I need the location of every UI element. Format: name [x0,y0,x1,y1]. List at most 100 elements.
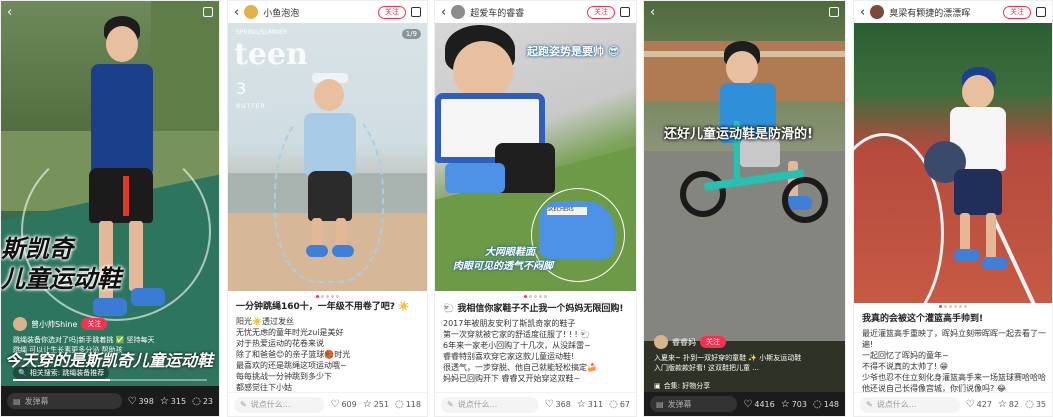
post-body: 🐑 我相信你家鞋子不止我一个妈妈无限回购! 2017年被朋友安利了斯凯奇家的鞋子… [443,303,630,384]
pencil-icon: ✎ [240,400,247,409]
post-title: 🐑 我相信你家鞋子不止我一个妈妈无限回购! [443,304,624,314]
comment-button[interactable]: ◌ 148 [813,399,839,410]
danmaku-input[interactable]: ▤ 发弹幕 [650,396,738,412]
danmaku-icon: ▤ [656,399,664,409]
author-row: 曾小帅Shine 关注 [13,317,108,331]
share-icon[interactable] [1036,7,1046,17]
overlay-top-text: 起跑姿势是要帅 😎 [527,45,620,58]
share-icon[interactable] [829,7,839,17]
avatar[interactable] [870,5,885,19]
author-name[interactable]: 超爱车的睿睿 [470,6,582,19]
share-icon[interactable] [203,7,213,17]
avatar[interactable] [451,5,466,19]
like-button[interactable]: ♡ 4416 [743,399,774,410]
danmaku-input[interactable]: ▤ 发弹幕 [7,393,122,409]
author-row: 睿睿妈 关注 [654,335,726,349]
follow-button[interactable]: 关注 [1003,5,1031,19]
post-body: 我真的会被这个灌篮高手帅到! 最近灌篮高手重映了，晖妈立刻带晖晖一起去看了一遍!… [862,314,1046,393]
back-icon[interactable]: ‹ [441,5,446,20]
follow-button[interactable]: 关注 [587,5,615,19]
overlay-mid-text-2: 肉眼可见的透气不闷脚 [453,261,553,272]
share-icon[interactable] [411,7,421,17]
post-header: ‹ 超爱车的睿睿 关注 [435,1,636,23]
share-icon[interactable] [620,7,630,17]
page-indicator: 1/9 [401,29,421,39]
post-card-2[interactable]: ‹ 小鱼泡泡 关注 SPRING/SUMMER teen 3 BUTTER 1/… [227,0,428,417]
carousel-dots[interactable] [435,295,636,298]
carousel-dots[interactable] [854,305,1052,308]
author-name[interactable]: 臭梁有颗捷的漂漂晖 [889,6,998,19]
post-card-5[interactable]: ‹ 臭梁有颗捷的漂漂晖 关注 我真的会被这个灌篮高手帅到! 最近灌篮高手重映了，… [853,0,1053,417]
comment-button[interactable]: ◌ 67 [609,399,630,410]
avatar[interactable] [244,5,259,19]
star-icon: ☆ [997,399,1007,410]
author-name[interactable]: 睿睿妈 [672,337,696,348]
author-name[interactable]: 曾小帅Shine [31,319,77,330]
magazine-word: BUTTER [236,103,266,110]
overlay-big-text: 还好儿童运动鞋是防滑的! [664,127,813,142]
comment-icon: ◌ [192,395,201,407]
related-search[interactable]: 🔍 相关搜索: 跳绳装备推荐 [13,367,110,379]
post-title: 一分钟跳绳160十，一年级不用卷了吧? ☀️ [236,302,410,312]
collect-button[interactable]: ☆ 311 [577,399,603,410]
bottom-bar: ▤ 发弹幕 ♡ 398 ☆ 315 ◌ 23 [1,386,219,416]
like-button[interactable]: ♡ 609 [330,399,356,410]
video-header: ‹ [644,1,845,23]
back-icon[interactable]: ‹ [650,5,655,20]
author-name[interactable]: 小鱼泡泡 [263,6,373,19]
post-photo: SKECHERS [435,23,636,291]
follow-button[interactable]: 关注 [378,5,406,19]
video-header: ‹ [1,1,219,23]
pencil-icon: ✎ [447,400,454,409]
comment-input[interactable]: ✎ 说点什么... [860,396,960,413]
comment-icon: ◌ [812,398,822,410]
comment-button[interactable]: ◌ 118 [395,399,421,410]
carousel-dots[interactable] [228,295,427,298]
follow-button[interactable]: 关注 [81,318,108,330]
post-card-4[interactable]: ‹ 还好儿童运动鞋是防滑的! 睿睿妈 关注 入夏来~ 扑到一双好穿的童鞋 ✨ 小… [643,0,846,417]
overlay-mid-text-1: 大网眼鞋面 [485,247,535,258]
post-photo [854,23,1052,303]
post-card-1[interactable]: ‹ 斯凯奇 儿童运动鞋 曾小帅Shine 关注 跳绳装备你选对了吗|新手跳着挑 … [0,0,220,417]
follow-button[interactable]: 关注 [700,336,726,348]
like-button[interactable]: ♡ 427 [966,399,992,410]
collect-button[interactable]: ☆ 315 [160,396,186,407]
back-icon[interactable]: ‹ [7,5,12,20]
comment-input[interactable]: ✎ 说点什么... [234,396,325,413]
post-header: ‹ 小鱼泡泡 关注 [228,1,427,23]
comment-icon: ◌ [609,399,618,410]
video-description: 入夏来~ 扑到一双好穿的童鞋 ✨ 小斯友运动鞋 入门版款款好看! 这双鞋把儿童 … [654,354,802,372]
comment-icon: ◌ [1025,399,1034,410]
collect-button[interactable]: ☆ 251 [363,399,389,410]
comment-button[interactable]: ◌ 35 [1025,399,1046,410]
comment-icon: ◌ [394,399,404,410]
collect-button[interactable]: ☆ 82 [998,399,1019,410]
like-button[interactable]: ♡ 398 [128,396,154,407]
star-icon: ☆ [159,395,169,407]
avatar[interactable] [654,335,668,349]
video-progress-bar[interactable] [13,379,207,381]
heart-icon: ♡ [965,399,975,410]
back-icon[interactable]: ‹ [234,5,239,20]
comment-button[interactable]: ◌ 23 [192,396,213,407]
bottom-bar: ✎ 说点什么... ♡ 427 ☆ 82 ◌ 35 [854,392,1052,416]
like-button[interactable]: ♡ 368 [545,399,571,410]
comment-input[interactable]: ✎ 说点什么... [441,396,539,413]
star-icon: ☆ [362,399,372,410]
avatar[interactable] [13,317,27,331]
post-title: 我真的会被这个灌篮高手帅到! [862,314,984,324]
collect-button[interactable]: ☆ 703 [781,399,807,410]
back-icon[interactable]: ‹ [860,5,865,20]
heart-icon: ♡ [544,399,554,410]
collection-chip[interactable]: ▣ 合集: 好物分享 [654,381,710,391]
star-icon: ☆ [780,398,790,410]
search-icon: 🔍 [18,369,27,377]
bottom-bar: ▤ 发弹幕 ♡ 4416 ☆ 703 ◌ 148 [644,392,845,416]
post-header: ‹ 臭梁有颗捷的漂漂晖 关注 [854,1,1052,23]
post-photo: SPRING/SUMMER teen 3 BUTTER 1/9 [228,23,427,291]
danmaku-icon: ▤ [13,396,21,406]
magazine-number: 3 [236,79,247,98]
post-card-3[interactable]: ‹ 超爱车的睿睿 关注 SKECHERS 起跑姿势是要帅 😎 大网眼鞋面 肉眼可… [434,0,637,417]
folder-icon: ▣ [654,382,661,390]
pencil-icon: ✎ [866,400,873,409]
